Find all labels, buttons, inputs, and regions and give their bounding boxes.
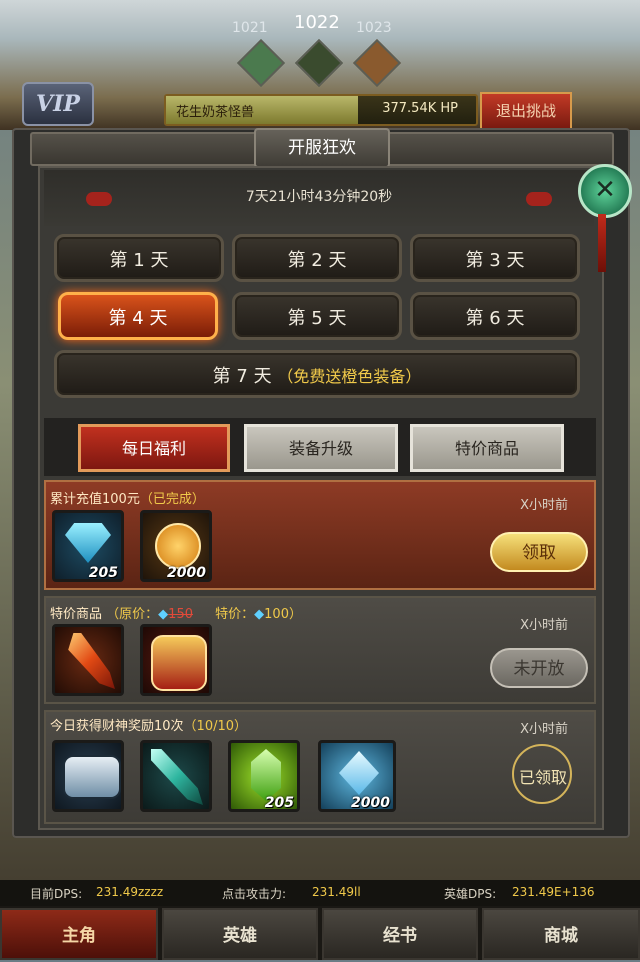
day-4-button[interactable]: 第 4 天: [58, 292, 218, 340]
original-price: 150: [168, 607, 193, 622]
nav-scriptures[interactable]: 经书: [322, 908, 478, 960]
day-7-label: 第 7 天: [212, 366, 272, 387]
boss-name: 花生奶茶怪兽: [176, 105, 255, 120]
reward-row-time: X小时前: [520, 618, 568, 633]
nav-hero-main[interactable]: 主角: [0, 908, 158, 960]
day-3-button[interactable]: 第 3 天: [410, 234, 580, 282]
reward-item-slot[interactable]: 205: [52, 510, 124, 582]
nav-shop[interactable]: 商城: [482, 908, 640, 960]
hero-dps-value: 231.49E+136: [512, 885, 595, 899]
reward-row-recharge: 累计充值100元（已完成） X小时前 205 2000 领取: [44, 480, 596, 590]
red-armor-icon: [151, 635, 207, 691]
nav-heroes[interactable]: 英雄: [162, 908, 318, 960]
reward-item-slot[interactable]: [52, 740, 124, 812]
deal-price: 100）: [264, 607, 302, 622]
reward-row-time: X小时前: [520, 722, 568, 737]
attack-label: 点击攻击力:: [222, 887, 287, 901]
tab-daily-welfare[interactable]: 每日福利: [78, 424, 230, 472]
blue-diamond-icon: [65, 523, 111, 563]
day-7-button[interactable]: 第 7 天 （免费送橙色装备）: [54, 350, 580, 398]
reward-item-slot[interactable]: 205: [228, 740, 300, 812]
hero-dps-label: 英雄DPS:: [444, 887, 497, 901]
day-5-button[interactable]: 第 5 天: [232, 292, 402, 340]
flame-sword-icon: [68, 633, 115, 689]
status-bar: 目前DPS: 231.49zzzz 点击攻击力: 231.49ll 英雄DPS:…: [0, 880, 640, 906]
dps-label: 目前DPS:: [30, 887, 83, 901]
reward-item-slot[interactable]: [140, 740, 212, 812]
tab-special-offers[interactable]: 特价商品: [410, 424, 564, 472]
reward-item-slot[interactable]: 2000: [318, 740, 396, 812]
boss-hp-bar: 花生奶茶怪兽 377.54K HP: [164, 94, 478, 126]
stage-number-current: 1022: [294, 12, 340, 33]
countdown-bar: 7天21小时43分钟20秒: [44, 170, 594, 226]
top-hud: 1021 1022 1023 VIP 花生奶茶怪兽 377.54K HP 退出挑…: [0, 0, 640, 130]
countdown-text: 7天21小时43分钟20秒: [245, 189, 393, 205]
reward-row-wealth-god: 今日获得财神奖励10次（10/10） X小时前 205 2000 已领取: [44, 710, 596, 824]
vip-badge[interactable]: VIP: [22, 82, 94, 126]
claim-button[interactable]: 领取: [490, 532, 588, 572]
diamond-small-icon: ◆: [158, 607, 169, 622]
panel-title: 开服狂欢: [254, 128, 390, 168]
dps-value: 231.49zzzz: [96, 885, 164, 899]
not-open-button[interactable]: 未开放: [490, 648, 588, 688]
stage-number-next: 1023: [356, 20, 392, 36]
attack-value: 231.49ll: [312, 885, 361, 899]
stage-next-icon[interactable]: [352, 38, 402, 88]
day-7-note: （免费送橙色装备）: [277, 367, 422, 386]
day-2-button[interactable]: 第 2 天: [232, 234, 402, 282]
reward-row-special-offer: 特价商品 （原价：◆150 特价：◆100） X小时前 未开放: [44, 596, 596, 704]
item-qty: 2000: [351, 795, 390, 811]
gold-coin-icon: [155, 523, 201, 569]
blue-crystal-icon: [339, 751, 379, 795]
diamond-small-icon: ◆: [254, 607, 265, 622]
tassel-icon: [598, 214, 606, 272]
reward-item-slot[interactable]: [140, 624, 212, 696]
day-1-button[interactable]: 第 1 天: [54, 234, 224, 282]
jade-sword-icon: [151, 749, 203, 805]
claimed-label: 已领取: [518, 768, 567, 787]
item-qty: 2000: [167, 565, 206, 581]
reward-row-title: 特价商品 （原价：◆150 特价：◆100）: [50, 607, 302, 622]
quit-challenge-button[interactable]: 退出挑战: [480, 92, 572, 130]
stage-current-icon[interactable]: [294, 38, 344, 88]
stage-prev-icon[interactable]: [236, 38, 286, 88]
reward-row-title: 今日获得财神奖励10次（10/10）: [50, 719, 248, 734]
green-gem-icon: [251, 749, 281, 801]
reward-item-slot[interactable]: 2000: [140, 510, 212, 582]
steel-gauntlet-icon: [63, 755, 121, 799]
boss-hp-text: 377.54K HP: [382, 101, 458, 116]
tab-equip-upgrade[interactable]: 装备升级: [244, 424, 398, 472]
reward-row-time: X小时前: [520, 498, 568, 513]
reward-row-title: 累计充值100元（已完成）: [50, 492, 205, 507]
stage-number-prev: 1021: [232, 20, 268, 36]
reward-item-slot[interactable]: [52, 624, 124, 696]
item-qty: 205: [264, 795, 294, 811]
item-qty: 205: [88, 565, 118, 581]
day-6-button[interactable]: 第 6 天: [410, 292, 580, 340]
close-jade-icon[interactable]: ✕: [578, 164, 632, 218]
